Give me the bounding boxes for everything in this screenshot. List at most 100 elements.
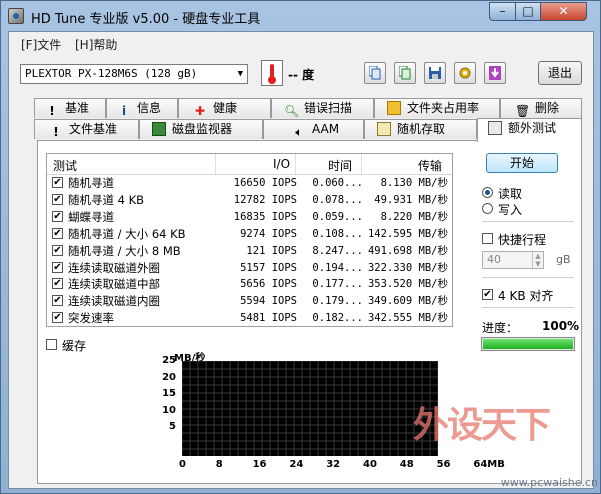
- thermometer-icon: [261, 60, 283, 86]
- row-checkbox[interactable]: ✔: [52, 193, 63, 205]
- minimize-button[interactable]: –: [489, 2, 516, 21]
- row-transfer: 8.130 MB/秒: [380, 177, 448, 189]
- drive-select[interactable]: PLEXTOR PX-128M6S (128 gB) ▼: [20, 64, 248, 84]
- row-transfer: 8.220 MB/秒: [380, 210, 448, 223]
- row-iops: 16650 IOPS: [233, 177, 297, 189]
- title-bar[interactable]: HD Tune 专业版 v5.00 - 硬盘专业工具 – □ ✕: [1, 1, 600, 31]
- cache-checkbox[interactable]: [46, 339, 57, 350]
- temperature-readout: -- 度: [288, 68, 315, 82]
- quick-stroke-option[interactable]: 快捷行程: [482, 231, 546, 248]
- window-title: HD Tune 专业版 v5.00 - 硬盘专业工具: [31, 12, 261, 27]
- row-test-name: 连续读取磁道外圈: [68, 260, 160, 275]
- tab-random-access[interactable]: 随机存取: [364, 119, 477, 139]
- x-tick-label: 56: [436, 459, 451, 470]
- tab-extra-tests[interactable]: 额外测试: [477, 118, 582, 142]
- exit-button[interactable]: 退出: [538, 61, 582, 85]
- row-checkbox[interactable]: ✔: [52, 261, 63, 273]
- close-button[interactable]: ✕: [540, 2, 587, 21]
- throughput-graph: MB/秒 25 20 15 10 5 0 8 16 24 32 40 48 56 64MB: [128, 349, 505, 477]
- row-time: 0.194...: [312, 261, 363, 274]
- row-checkbox[interactable]: ✔: [52, 295, 63, 307]
- maximize-button[interactable]: □: [515, 2, 541, 21]
- tab-erase[interactable]: 🗑︎ 删除: [500, 98, 582, 118]
- write-radio[interactable]: 写入: [482, 201, 522, 218]
- options-button[interactable]: [454, 62, 476, 84]
- row-checkbox[interactable]: ✔: [52, 278, 63, 290]
- x-tick-label: 48: [399, 459, 414, 470]
- menu-file[interactable]: [F]文件: [21, 36, 61, 53]
- tab-file-benchmark[interactable]: ! 文件基准: [34, 119, 139, 139]
- tab-error-scan[interactable]: 🔍︎ 错误扫描: [271, 98, 374, 118]
- row-test-name: 连续读取磁道中部: [68, 277, 160, 292]
- progress-label: 进度：: [482, 321, 519, 335]
- results-table: 测试 I/O 时间 传输 ✔ 随机寻道 16650 IOPS 0.060... 8.13…: [46, 153, 453, 327]
- quick-stroke-input[interactable]: 40 ▲ ▼: [482, 251, 544, 269]
- dice-icon: [377, 122, 391, 136]
- row-checkbox[interactable]: ✔: [52, 177, 63, 188]
- tab-label: 磁盘监视器: [172, 122, 233, 136]
- table-row[interactable]: ✔ 随机寻道 / 大小 8 MB 121 IOPS 8.247... 491.698 M…: [47, 243, 452, 259]
- y-tick-label: 20: [162, 371, 176, 383]
- align-4kb-checkbox[interactable]: ✔: [482, 289, 493, 300]
- write-label: 写入: [498, 203, 523, 217]
- x-tick-label: 16: [252, 459, 267, 470]
- align-4kb-option[interactable]: ✔ 4 KB 对齐: [482, 287, 553, 304]
- row-test-name: 连续读取磁道内圈: [68, 294, 160, 309]
- cache-label: 缓存: [62, 339, 87, 353]
- divider: [482, 307, 574, 308]
- table-row[interactable]: ✔ 连续读取磁道外圈 5157 IOPS 0.194... 322.330 MB/秒: [47, 260, 452, 276]
- quick-stroke-checkbox[interactable]: [482, 233, 493, 244]
- download-button[interactable]: [484, 62, 506, 84]
- copy-icon: [369, 66, 381, 80]
- spinner-arrows-icon[interactable]: ▲ ▼: [532, 252, 543, 268]
- x-tick-label: 8: [215, 459, 223, 470]
- quick-stroke-value: 40: [487, 253, 501, 266]
- health-cross-icon: ✚: [194, 104, 206, 118]
- menu-help[interactable]: [H]帮助: [75, 36, 117, 53]
- table-row[interactable]: ✔ 随机寻道 16650 IOPS 0.060... 8.130 MB/秒: [47, 175, 452, 191]
- row-time: 0.182...: [312, 312, 363, 325]
- read-radio-dot[interactable]: [482, 187, 493, 198]
- align-4kb-label: 4 KB 对齐: [498, 289, 554, 303]
- tab-label: 额外测试: [508, 121, 557, 135]
- tab-aam[interactable]: 🔈︎ AAM: [263, 119, 364, 139]
- row-time: 0.179...: [312, 295, 363, 308]
- table-row[interactable]: ✔ 连续读取磁道内圈 5594 IOPS 0.179... 349.609 MB/秒: [47, 293, 452, 309]
- tab-benchmark[interactable]: ! 基准: [34, 98, 106, 118]
- tab-label: 文件夹占用率: [407, 101, 480, 115]
- speaker-icon: 🔈︎: [295, 125, 303, 139]
- table-row[interactable]: ✔ 随机寻道 / 大小 64 KB 9274 IOPS 0.108... 142.595…: [47, 226, 452, 242]
- cache-option[interactable]: 缓存: [46, 337, 86, 354]
- tab-disk-monitor[interactable]: 磁盘监视器: [139, 119, 263, 139]
- table-row[interactable]: ✔ 随机寻道 4 KB 12782 IOPS 0.078... 49.931 MB/秒: [47, 192, 452, 208]
- write-radio-dot[interactable]: [482, 203, 493, 214]
- progress-fill: [483, 339, 573, 349]
- x-tick-label: 40: [363, 459, 377, 470]
- row-checkbox[interactable]: ✔: [52, 210, 63, 222]
- tab-health[interactable]: ✚ 健康: [178, 98, 271, 118]
- graph-grid: [181, 360, 439, 456]
- copy-button[interactable]: [364, 62, 386, 84]
- row-transfer: 342.555 MB/秒: [367, 312, 448, 325]
- row-checkbox[interactable]: ✔: [52, 312, 63, 324]
- x-tick-label: 0: [179, 459, 186, 470]
- header-io: I/O: [273, 157, 291, 171]
- copy-all-button[interactable]: [394, 62, 416, 84]
- table-row[interactable]: ✔ 蝴蝶寻道 16835 IOPS 0.059... 8.220 MB/秒: [47, 209, 452, 225]
- table-row[interactable]: ✔ 连续读取磁道中部 5656 IOPS 0.177... 353.520 MB/秒: [47, 276, 452, 292]
- row-time: 0.060...: [312, 177, 363, 189]
- progress-bar: [481, 337, 575, 351]
- row-checkbox[interactable]: ✔: [52, 227, 63, 239]
- tab-folder-usage[interactable]: 文件夹占用率: [374, 98, 500, 118]
- save-button[interactable]: [424, 62, 446, 84]
- row-checkbox[interactable]: ✔: [52, 244, 63, 256]
- row-transfer: 491.698 MB/秒: [367, 244, 448, 257]
- table-row[interactable]: ✔ 突发速率 5481 IOPS 0.182... 342.555 MB/秒: [47, 310, 452, 326]
- read-radio[interactable]: 读取: [482, 185, 522, 202]
- x-tick-label: 32: [326, 459, 341, 470]
- tab-info[interactable]: i 信息: [106, 98, 178, 118]
- row-iops: 16835 IOPS: [233, 210, 297, 223]
- row-transfer: 353.520 MB/秒: [367, 278, 448, 291]
- start-button[interactable]: 开始: [486, 153, 558, 173]
- header-transfer: 传输: [418, 159, 443, 173]
